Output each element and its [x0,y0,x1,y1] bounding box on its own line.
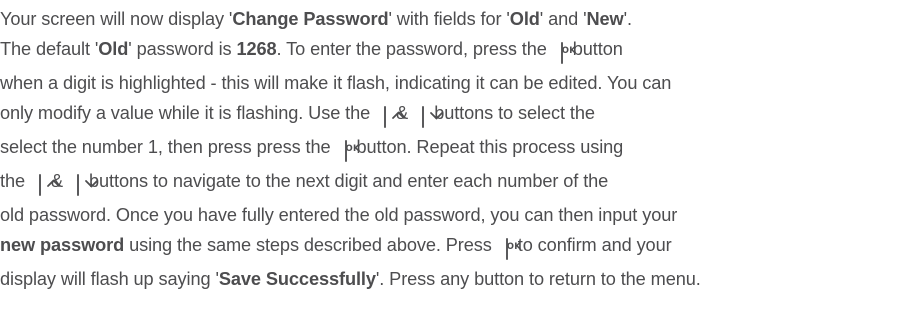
text-run: ' password is [128,39,237,59]
text-line-5: select the number 1, then press press th… [0,132,923,166]
text-run: buttons to select the [434,103,595,123]
field-name-old: Old [509,9,540,29]
text-run: only modify a value while it is flashing… [0,103,371,123]
default-password: 1268 [236,39,277,59]
field-name-old: Old [98,39,129,59]
text-run: the [0,171,25,191]
text-run: ' and ' [539,9,587,29]
text-line-1: Your screen will now display 'Change Pas… [0,4,923,34]
instruction-paragraph: Your screen will now display 'Change Pas… [0,0,923,310]
text-line-3: when a digit is highlighted - this will … [0,68,923,98]
message-save-successfully: Save Successfully [218,269,376,289]
ok-button-icon: OK [344,140,360,162]
ok-button-icon: OK [560,42,576,64]
text-run: Your screen will now display ' [0,9,233,29]
text-run: buttons to navigate to the next digit an… [89,171,609,191]
text-run: '. Press any button to return to the men… [375,269,701,289]
text-run: ' with fields for ' [388,9,510,29]
down-arrow-button-icon [77,174,98,196]
text-run: '. [623,9,632,29]
down-arrow-button-icon [422,106,444,128]
text-run: The default ' [0,39,99,59]
text-run: old password. Once you have fully entere… [0,205,678,225]
menu-name-change-password: Change Password [232,9,389,29]
new-password-term: new password [0,235,125,255]
text-run: when a digit is highlighted - this will … [0,73,672,93]
text-line-8: new password using the same steps descri… [0,230,923,264]
up-arrow-button-icon [384,106,406,128]
text-run: select the number 1, then press press th… [0,137,331,157]
text-line-9: display will flash up saying 'Save Succe… [0,264,923,294]
text-run: button. Repeat this process using [356,137,624,157]
text-line-6: the & buttons to navigate to the next digi… [0,166,923,200]
text-run: button [572,39,623,59]
ok-button-icon: OK [505,238,521,260]
text-line-7: old password. Once you have fully entere… [0,200,923,230]
up-arrow-button-icon [38,174,60,196]
text-run: using the same steps described above. Pr… [124,235,492,255]
text-line-4: only modify a value while it is flashing… [0,98,923,132]
text-run: . To enter the password, press the [276,39,547,59]
text-line-2: The default 'Old' password is 1268. To e… [0,34,923,68]
field-name-new: New [586,9,624,29]
text-run: display will flash up saying ' [0,269,219,289]
text-run: to confirm and your [517,235,672,255]
